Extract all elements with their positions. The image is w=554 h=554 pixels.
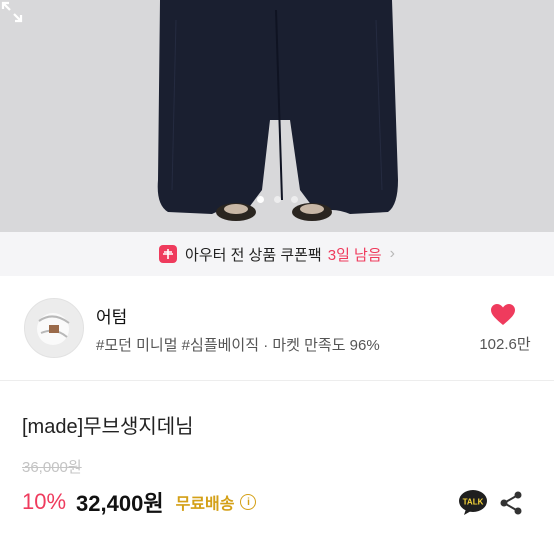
discount-rate: 10%: [22, 489, 67, 514]
coupon-days-left: 3일 남음: [327, 246, 382, 264]
share-icon[interactable]: [499, 490, 523, 516]
carousel-dot[interactable]: [273, 196, 281, 203]
expand-icon[interactable]: [0, 0, 24, 24]
like-count: 102.6만: [479, 336, 531, 353]
carousel-dot[interactable]: [256, 196, 264, 203]
coupon-text: 아우터 전 상품 쿠폰팩: [185, 246, 322, 264]
product-name: [made]무브생지데님: [22, 416, 194, 438]
original-price: 36,000원: [22, 459, 82, 476]
shipping-label: 무료배송: [175, 496, 235, 513]
chevron-right-icon: ›: [389, 245, 395, 262]
carousel-dot[interactable]: [290, 196, 298, 203]
coupon-banner[interactable]: 아우터 전 상품 쿠폰팩 3일 남음 ›: [0, 232, 554, 276]
product-image[interactable]: [0, 0, 554, 232]
kakaotalk-icon[interactable]: TALK: [458, 489, 488, 517]
price-row: 10% 32,400원 무료배송 i: [22, 486, 257, 518]
store-avatar[interactable]: [24, 298, 84, 358]
svg-text:TALK: TALK: [463, 498, 484, 507]
store-tags: #모던 미니멀 #심플베이직 · 마켓 만족도 96%: [96, 337, 380, 354]
sale-price: 32,400원: [76, 491, 164, 516]
store-name[interactable]: 어텀: [96, 303, 127, 328]
info-icon[interactable]: i: [240, 494, 257, 510]
gift-icon: [159, 245, 178, 263]
carousel-dots: [0, 196, 554, 203]
heart-icon[interactable]: [490, 303, 516, 327]
